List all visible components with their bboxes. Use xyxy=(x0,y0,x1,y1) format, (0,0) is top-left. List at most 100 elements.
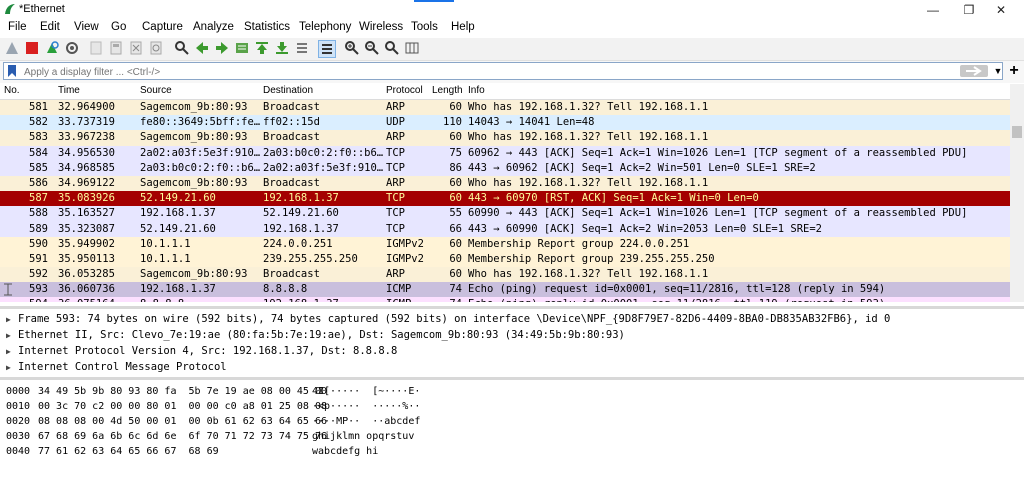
expand-arrow-icon[interactable]: ▶ xyxy=(6,360,18,376)
apply-filter-arrow-icon[interactable] xyxy=(960,65,988,77)
packet-cell-dst: 2a02:a03f:5e3f:910… xyxy=(263,161,383,174)
menu-go[interactable]: Go xyxy=(111,21,126,33)
normal-size-icon[interactable] xyxy=(384,40,400,56)
packet-cell-no: 584 xyxy=(29,146,48,159)
menu-edit[interactable]: Edit xyxy=(40,21,60,33)
expand-arrow-icon[interactable]: ▶ xyxy=(6,312,18,328)
packet-row[interactable]: 593 36.060736 192.168.1.37 8.8.8.8 ICMP 74 Ech… xyxy=(0,282,1010,298)
reload-file-icon[interactable] xyxy=(148,40,164,56)
packet-cell-proto: ARP xyxy=(386,176,405,189)
menu-statistics[interactable]: Statistics xyxy=(244,21,290,33)
column-info[interactable]: Info xyxy=(468,85,485,96)
restart-capture-icon[interactable] xyxy=(44,40,60,56)
packet-row[interactable]: 582 33.737319 fe80::3649:5bff:fe… ff02::15d… xyxy=(0,115,1010,131)
close-button[interactable]: ✕ xyxy=(978,0,1024,20)
bytes-offset: 0000 xyxy=(6,386,31,397)
menu-analyze[interactable]: Analyze xyxy=(193,21,234,33)
menu-tools[interactable]: Tools xyxy=(411,21,438,33)
packet-cell-no: 592 xyxy=(29,268,48,281)
detail-frame[interactable]: ▶ Frame 593: 74 bytes on wire (592 bits),… xyxy=(6,311,890,327)
packet-row[interactable]: 587 35.083926 52.149.21.60 192.168.1.37 TCP 6… xyxy=(0,191,1010,207)
packet-cell-time: 35.323087 xyxy=(58,222,115,235)
start-capture-icon[interactable] xyxy=(4,40,20,56)
packet-row[interactable]: 590 35.949902 10.1.1.1 224.0.0.251 IGMPv2 60 M… xyxy=(0,236,1010,252)
zoom-in-icon[interactable] xyxy=(344,40,360,56)
packet-cell-time: 36.053285 xyxy=(58,268,115,281)
packet-cell-len: 60 xyxy=(449,268,462,281)
detail-ipv4[interactable]: ▶ Internet Protocol Version 4, Src: 192.1… xyxy=(6,343,397,359)
open-file-icon[interactable] xyxy=(88,40,104,56)
packet-cell-info: 443 → 60962 [ACK] Seq=1 Ack=2 Win=501 Le… xyxy=(468,161,816,174)
packet-row[interactable]: 584 34.956530 2a02:a03f:5e3f:910… 2a03:b0c0… xyxy=(0,145,1010,161)
close-file-icon[interactable] xyxy=(128,40,144,56)
filter-history-dropdown-icon[interactable]: ▼ xyxy=(992,64,1004,78)
go-to-packet-icon[interactable] xyxy=(234,40,250,56)
bytes-hex[interactable]: 00 3c 70 c2 00 00 80 01 00 00 c0 a8 01 2… xyxy=(38,399,327,414)
packet-row[interactable]: 592 36.053285 Sagemcom_9b:80:93 Broadcast AR… xyxy=(0,267,1010,283)
menu-help[interactable]: Help xyxy=(451,21,475,33)
column-time[interactable]: Time xyxy=(58,85,80,96)
find-packet-icon[interactable] xyxy=(174,40,190,56)
detail-ethernet[interactable]: ▶ Ethernet II, Src: Clevo_7e:19:ae (80:fa… xyxy=(6,327,625,343)
packet-row[interactable]: 586 34.969122 Sagemcom_9b:80:93 Broadcast AR… xyxy=(0,175,1010,192)
add-filter-button-icon[interactable]: + xyxy=(1006,62,1022,80)
column-destination[interactable]: Destination xyxy=(263,85,313,96)
bytes-ascii[interactable]: ghijklmn opqrstuv xyxy=(312,429,414,444)
first-packet-icon[interactable] xyxy=(254,40,270,56)
column-length[interactable]: Length xyxy=(432,85,463,96)
packet-cell-no: 594 xyxy=(0,297,48,302)
bytes-ascii[interactable]: 4I[····· [~····E· xyxy=(312,384,420,399)
column-protocol[interactable]: Protocol xyxy=(386,85,423,96)
packet-row[interactable]: 585 34.968585 2a03:b0c0:2:f0::b6… 2a02:a03f… xyxy=(0,160,1010,176)
bytes-ascii[interactable]: ·<p····· ·····%·· xyxy=(312,399,420,414)
packet-row[interactable]: 594 36.0751648.8.8.8192.168.1.37ICMP74 Ech… xyxy=(0,297,1010,302)
detail-icmp[interactable]: ▶ Internet Control Message Protocol xyxy=(6,359,227,375)
auto-scroll-icon[interactable] xyxy=(294,40,310,56)
column-no[interactable]: No. xyxy=(4,85,20,96)
packet-cell-len: 66 xyxy=(449,222,462,235)
packet-cell-len: 55 xyxy=(449,207,462,220)
packet-row[interactable]: 588 35.163527 192.168.1.37 52.149.21.60 TCP 5… xyxy=(0,206,1010,222)
packet-cell-proto: ARP xyxy=(386,131,405,144)
expand-arrow-icon[interactable]: ▶ xyxy=(6,344,18,360)
menu-wireless[interactable]: Wireless xyxy=(359,21,403,33)
menu-file[interactable]: File xyxy=(8,21,27,33)
bytes-hex[interactable]: 67 68 69 6a 6b 6c 6d 6e 6f 70 71 72 73 7… xyxy=(38,429,327,444)
packet-row[interactable]: 581 32.964900 Sagemcom_9b:80:93 Broadcast AR… xyxy=(0,100,1010,116)
menu-telephony[interactable]: Telephony xyxy=(299,21,351,33)
bytes-ascii[interactable]: wabcdefg hi xyxy=(312,444,378,459)
capture-options-icon[interactable] xyxy=(64,40,80,56)
filter-bookmark-icon[interactable] xyxy=(7,65,17,77)
display-filter-input[interactable] xyxy=(22,63,946,81)
packet-list-scrollbar[interactable] xyxy=(1010,84,1024,302)
bytes-hex[interactable]: 34 49 5b 9b 80 93 80 fa 5b 7e 19 ae 08 0… xyxy=(38,384,327,399)
packet-cell-no: 588 xyxy=(29,207,48,220)
packet-cell-proto: ARP xyxy=(386,101,405,113)
bytes-ascii[interactable]: ····MP·· ··abcdef xyxy=(312,414,420,429)
zoom-out-icon[interactable] xyxy=(364,40,380,56)
packet-cell-src: Sagemcom_9b:80:93 xyxy=(140,131,248,144)
packet-cell-info: Who has 192.168.1.32? Tell 192.168.1.1 xyxy=(468,101,709,113)
scrollbar-thumb[interactable] xyxy=(1012,126,1022,138)
bytes-hex[interactable]: 77 61 62 63 64 65 66 67 68 69 xyxy=(38,444,219,459)
menu-capture[interactable]: Capture xyxy=(142,21,183,33)
bytes-hex[interactable]: 08 08 08 00 4d 50 00 01 00 0b 61 62 63 6… xyxy=(38,414,327,429)
packet-row[interactable]: 589 35.323087 52.149.21.60 192.168.1.37 TCP 6… xyxy=(0,221,1010,237)
packet-cell-time: 34.968585 xyxy=(58,161,115,174)
packet-cell-src: 52.149.21.60 xyxy=(140,192,216,205)
expand-arrow-icon[interactable]: ▶ xyxy=(6,328,18,344)
save-file-icon[interactable] xyxy=(108,40,124,56)
stop-capture-icon[interactable] xyxy=(24,40,40,56)
resize-columns-icon[interactable] xyxy=(404,40,420,56)
last-packet-icon[interactable] xyxy=(274,40,290,56)
column-source[interactable]: Source xyxy=(140,85,172,96)
go-back-icon[interactable] xyxy=(194,40,210,56)
packet-cell-dst: 8.8.8.8 xyxy=(263,283,308,296)
go-forward-icon[interactable] xyxy=(214,40,230,56)
menu-view[interactable]: View xyxy=(74,21,99,33)
packet-row[interactable]: 591 35.950113 10.1.1.1 239.255.255.250 IGMPv… xyxy=(0,251,1010,268)
packet-cell-len: 60 xyxy=(449,237,462,250)
colorize-icon[interactable] xyxy=(318,40,336,58)
packet-row[interactable]: 583 33.967238 Sagemcom_9b:80:93 Broadcast AR… xyxy=(0,130,1010,146)
packet-rows: 581 32.964900 Sagemcom_9b:80:93 Broadcast AR… xyxy=(0,100,1010,302)
